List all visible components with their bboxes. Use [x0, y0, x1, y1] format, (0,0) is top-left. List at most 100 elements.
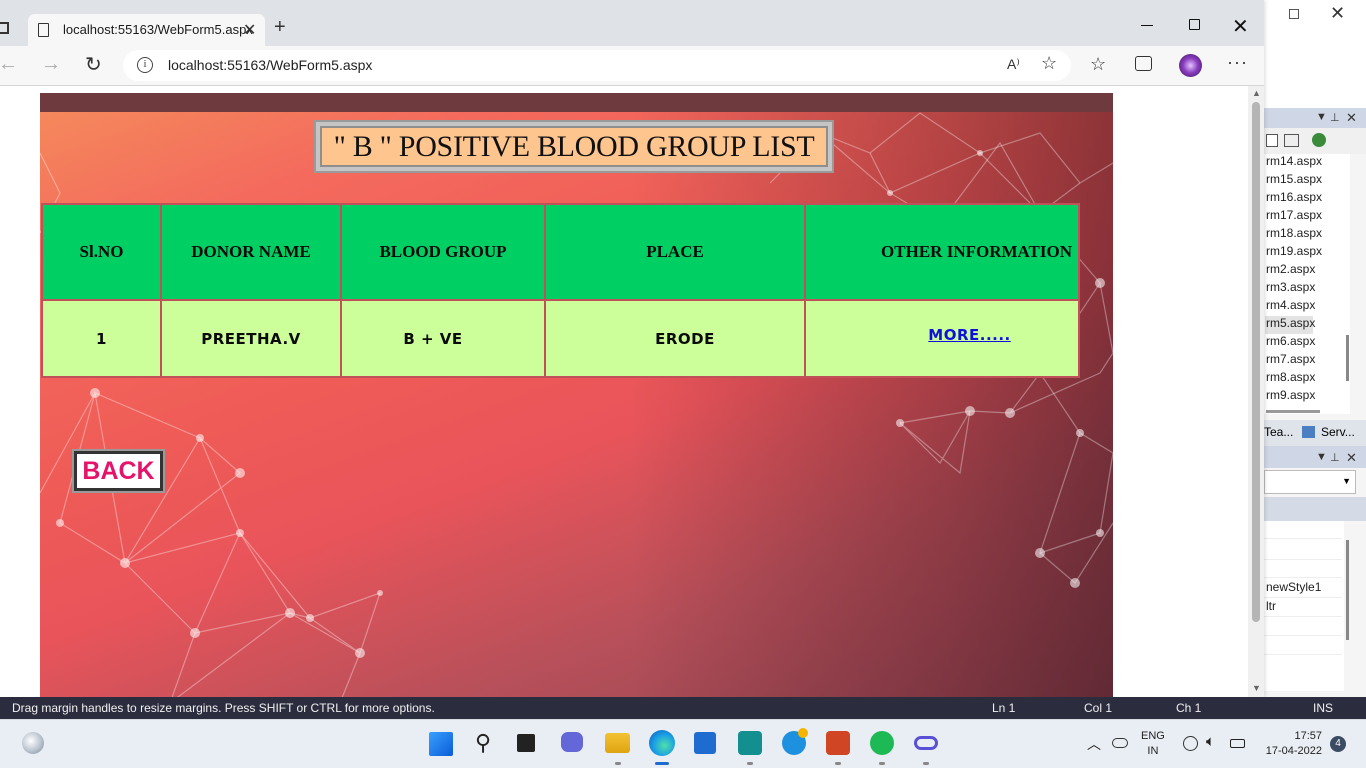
status-column: Col 1 — [1084, 701, 1113, 715]
pin-icon[interactable]: ⊥ — [1330, 111, 1340, 124]
file-item[interactable]: rm5.aspx — [1265, 316, 1315, 334]
running-indicator — [879, 762, 885, 765]
vs-explorer-tabs: Tea... Serv... — [1264, 420, 1366, 446]
col-header-other-info: OTHER INFORMATION — [804, 203, 1080, 301]
vs-maximize-icon[interactable] — [1289, 9, 1299, 19]
tab-team-explorer[interactable]: Tea... — [1264, 425, 1293, 439]
weather-icon[interactable] — [22, 732, 44, 754]
page-icon — [38, 23, 49, 37]
store-icon[interactable] — [694, 732, 716, 754]
scroll-up-icon[interactable]: ▲ — [1252, 88, 1261, 98]
chat-icon[interactable] — [561, 732, 583, 752]
file-item[interactable]: rm8.aspx — [1265, 370, 1315, 388]
clock-time: 17:57 — [1294, 730, 1322, 742]
network-icon[interactable] — [1183, 736, 1198, 751]
browser-toolbar: ← → ↻ i localhost:55163/WebForm5.aspx A⁾… — [0, 46, 1264, 86]
start-icon[interactable] — [429, 732, 453, 756]
properties-object-select[interactable]: ▼ — [1264, 470, 1356, 494]
profile-avatar[interactable] — [1179, 54, 1202, 77]
forward-arrow-icon[interactable]: → — [41, 53, 61, 76]
task-view-icon[interactable] — [517, 734, 535, 752]
refresh-icon[interactable]: ↻ — [85, 52, 102, 77]
pin-icon[interactable]: ⊥ — [1330, 451, 1340, 464]
show-files-icon[interactable] — [1284, 134, 1299, 147]
running-indicator — [747, 762, 753, 765]
onedrive-icon[interactable] — [1112, 738, 1128, 748]
dropdown-arrow-icon[interactable]: ▼ — [1316, 451, 1327, 463]
read-aloud-icon[interactable]: A⁾ — [1007, 56, 1020, 73]
file-explorer-icon[interactable] — [605, 733, 630, 753]
page-scrollbar[interactable]: ▲ ▼ — [1248, 86, 1264, 697]
table-row: 1 PREETHA.V B + VE ERODE MORE..... — [41, 299, 1080, 378]
file-item[interactable]: rm17.aspx — [1265, 208, 1322, 226]
prop-row-style[interactable]: newStyle1 — [1264, 580, 1342, 598]
powerpoint-icon[interactable] — [826, 731, 850, 755]
tab-actions-icon[interactable] — [0, 22, 9, 34]
file-item[interactable]: rm19.aspx — [1265, 244, 1322, 262]
battery-icon[interactable] — [1230, 739, 1245, 748]
vs-close-icon[interactable]: ✕ — [1330, 3, 1345, 24]
file-item[interactable]: rm16.aspx — [1265, 190, 1322, 208]
infinity-icon[interactable] — [914, 736, 938, 750]
clock[interactable]: 17:57 17-04-2022 — [1258, 729, 1322, 759]
view-designer-icon[interactable] — [1312, 133, 1326, 147]
new-tab-icon[interactable]: + — [274, 17, 286, 37]
language-indicator[interactable]: ENG IN — [1141, 729, 1165, 759]
edge-icon[interactable] — [649, 730, 675, 756]
file-item[interactable]: rm18.aspx — [1265, 226, 1322, 244]
tab-title: localhost:55163/WebForm5.aspx — [63, 22, 253, 37]
browser-tab[interactable]: localhost:55163/WebForm5.aspx ✕ — [28, 14, 265, 47]
vs-hscrollbar[interactable] — [1266, 410, 1320, 413]
back-arrow-icon[interactable]: ← — [0, 53, 18, 76]
close-tab-icon[interactable]: ✕ — [243, 20, 256, 40]
back-button[interactable]: BACK — [72, 449, 165, 493]
chevron-down-icon: ▼ — [1342, 476, 1351, 486]
file-item[interactable]: rm9.aspx — [1265, 388, 1315, 406]
page-title: " B " POSITIVE BLOOD GROUP LIST — [333, 129, 815, 163]
vs-props-scrollbar[interactable] — [1346, 540, 1349, 640]
maximize-icon[interactable] — [1189, 19, 1200, 30]
spotify-icon[interactable] — [870, 731, 894, 755]
volume-icon[interactable]: 🔈︎ — [1206, 733, 1215, 750]
prop-row[interactable] — [1264, 521, 1342, 539]
close-icon[interactable]: ✕ — [1346, 450, 1357, 466]
visual-studio-icon[interactable] — [738, 731, 762, 755]
add-favorite-icon[interactable]: ☆ — [1041, 53, 1057, 74]
url-text[interactable]: localhost:55163/WebForm5.aspx — [168, 57, 372, 73]
file-item[interactable]: rm2.aspx — [1265, 262, 1315, 280]
close-icon[interactable]: ✕ — [1346, 110, 1357, 126]
info-icon[interactable]: i — [137, 57, 153, 73]
cell-place: ERODE — [544, 299, 806, 378]
close-window-icon[interactable]: ✕ — [1232, 14, 1249, 39]
lang-top: ENG — [1141, 730, 1165, 742]
file-item[interactable]: rm7.aspx — [1265, 352, 1315, 370]
notification-dot — [798, 728, 808, 738]
more-options-icon[interactable]: ··· — [1227, 52, 1248, 73]
prop-row-dir[interactable]: ltr — [1264, 599, 1342, 617]
scroll-down-icon[interactable]: ▼ — [1252, 683, 1261, 693]
chevron-up-icon[interactable]: ︿ — [1087, 734, 1101, 754]
scroll-thumb[interactable] — [1252, 102, 1260, 622]
collections-icon[interactable] — [1135, 56, 1152, 71]
prop-row[interactable] — [1264, 560, 1342, 578]
prop-row[interactable] — [1264, 542, 1342, 560]
file-item[interactable]: rm14.aspx — [1265, 154, 1322, 172]
file-item[interactable]: rm15.aspx — [1265, 172, 1322, 190]
file-item[interactable]: rm3.aspx — [1265, 280, 1315, 298]
file-item[interactable]: rm4.aspx — [1265, 298, 1315, 316]
solution-file-list: rm14.aspx rm15.aspx rm16.aspx rm17.aspx rm18… — [1264, 154, 1350, 414]
properties-icon[interactable] — [1266, 134, 1278, 147]
more-info-link[interactable]: MORE..... — [928, 326, 1010, 344]
tab-server-explorer[interactable]: Serv... — [1321, 425, 1355, 439]
dropdown-arrow-icon[interactable]: ▼ — [1316, 111, 1327, 123]
search-icon[interactable]: ⚲ — [475, 730, 501, 756]
minimize-icon[interactable] — [1141, 25, 1153, 26]
address-bar[interactable]: i localhost:55163/WebForm5.aspx A⁾ ☆ — [123, 50, 1071, 81]
clock-date: 17-04-2022 — [1265, 745, 1322, 757]
prop-row[interactable] — [1264, 637, 1342, 655]
prop-row[interactable] — [1264, 618, 1342, 636]
favorites-icon[interactable]: ☆ — [1090, 54, 1106, 75]
file-item[interactable]: rm6.aspx — [1265, 334, 1315, 352]
vs-scrollbar[interactable] — [1346, 335, 1349, 381]
notification-badge[interactable]: 4 — [1330, 736, 1346, 752]
